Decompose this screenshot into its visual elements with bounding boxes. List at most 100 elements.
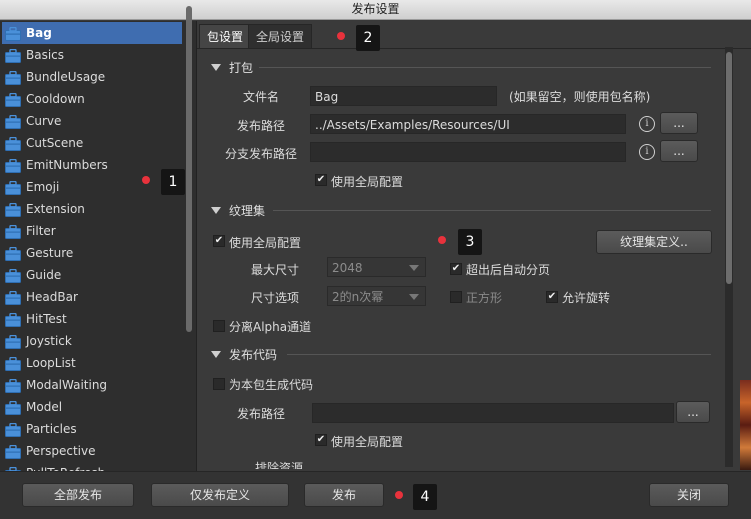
marker-4: 4 bbox=[413, 484, 437, 510]
square-label: 正方形 bbox=[466, 291, 503, 305]
section-package-header[interactable]: 打包 bbox=[211, 59, 253, 76]
code-use-global-label: 使用全局配置 bbox=[331, 435, 404, 449]
package-icon bbox=[5, 356, 21, 371]
auto-split-label: 超出后自动分页 bbox=[466, 263, 551, 277]
section-divider bbox=[287, 354, 711, 355]
file-name-label: 文件名 bbox=[242, 90, 279, 104]
window-title: 发布设置 bbox=[0, 0, 751, 20]
package-icon bbox=[5, 444, 21, 459]
marker-1: 1 bbox=[161, 169, 185, 195]
allow-rotate-label: 允许旋转 bbox=[562, 291, 611, 305]
sidebar-item-curve[interactable]: Curve bbox=[2, 110, 182, 132]
browse-branch-path-button[interactable]: ... bbox=[660, 140, 698, 162]
package-icon bbox=[5, 92, 21, 107]
branch-path-input[interactable] bbox=[310, 142, 626, 162]
sidebar-item-pulltorefresh[interactable]: PullToRefresh bbox=[2, 462, 182, 471]
sidebar-item-headbar[interactable]: HeadBar bbox=[2, 286, 182, 308]
sidebar-item-label: Perspective bbox=[26, 444, 96, 458]
close-button[interactable]: 关闭 bbox=[649, 483, 729, 507]
sidebar-item-label: ModalWaiting bbox=[26, 378, 108, 392]
package-icon bbox=[5, 70, 21, 85]
sidebar-item-particles[interactable]: Particles bbox=[2, 418, 182, 440]
sidebar-item-extension[interactable]: Extension bbox=[2, 198, 182, 220]
sidebar-item-model[interactable]: Model bbox=[2, 396, 182, 418]
package-icon bbox=[5, 158, 21, 173]
sidebar-item-cutscene[interactable]: CutScene bbox=[2, 132, 182, 154]
package-icon bbox=[5, 312, 21, 327]
collapse-triangle-icon bbox=[211, 64, 221, 71]
square-checkbox[interactable] bbox=[450, 291, 462, 303]
info-icon[interactable]: i bbox=[639, 144, 655, 160]
separate-alpha-checkbox[interactable] bbox=[213, 320, 225, 332]
tab-global-settings[interactable]: 全局设置 bbox=[248, 24, 313, 49]
sidebar-item-looplist[interactable]: LoopList bbox=[2, 352, 182, 374]
allow-rotate-checkbox[interactable]: ✔ bbox=[546, 291, 558, 303]
max-size-select[interactable]: 2048 bbox=[327, 257, 426, 277]
collapse-triangle-icon bbox=[211, 351, 221, 358]
code-publish-path-label: 发布路径 bbox=[236, 407, 285, 421]
atlas-use-global-label: 使用全局配置 bbox=[229, 236, 302, 250]
settings-scrollbar-thumb[interactable] bbox=[726, 52, 732, 284]
gen-code-checkbox[interactable] bbox=[213, 378, 225, 390]
package-icon bbox=[5, 290, 21, 305]
sidebar-item-label: Model bbox=[26, 400, 63, 414]
sidebar-item-label: Guide bbox=[26, 268, 62, 282]
branch-path-label: 分支发布路径 bbox=[224, 147, 297, 161]
code-publish-path-input[interactable] bbox=[312, 403, 674, 423]
package-use-global-label: 使用全局配置 bbox=[331, 175, 404, 189]
package-use-global-checkbox[interactable]: ✔ bbox=[315, 174, 327, 186]
sidebar-item-label: BundleUsage bbox=[26, 70, 106, 84]
auto-split-checkbox[interactable]: ✔ bbox=[450, 263, 462, 275]
atlas-define-button[interactable]: 纹理集定义.. bbox=[596, 230, 712, 254]
sidebar-item-cooldown[interactable]: Cooldown bbox=[2, 88, 182, 110]
sidebar-item-label: HeadBar bbox=[26, 290, 78, 304]
sidebar-item-emoji[interactable]: Emoji bbox=[2, 176, 182, 198]
chevron-down-icon bbox=[409, 294, 419, 300]
sidebar-item-label: EmitNumbers bbox=[26, 158, 108, 172]
section-code-header[interactable]: 发布代码 bbox=[211, 346, 277, 363]
marker-dot bbox=[395, 491, 403, 499]
publish-path-input[interactable]: ../Assets/Examples/Resources/UI bbox=[310, 114, 626, 134]
size-option-select[interactable]: 2的n次幂 bbox=[327, 286, 426, 306]
atlas-use-global-checkbox[interactable]: ✔ bbox=[213, 235, 225, 247]
sidebar-item-bundleusage[interactable]: BundleUsage bbox=[2, 66, 182, 88]
package-list-scrollbar[interactable] bbox=[186, 6, 192, 332]
publish-button[interactable]: 发布 bbox=[304, 483, 384, 507]
tab-package-settings[interactable]: 包设置 bbox=[199, 24, 252, 49]
sidebar-item-hittest[interactable]: HitTest bbox=[2, 308, 182, 330]
section-atlas-title: 纹理集 bbox=[229, 204, 266, 218]
sidebar-item-gesture[interactable]: Gesture bbox=[2, 242, 182, 264]
sidebar-item-perspective[interactable]: Perspective bbox=[2, 440, 182, 462]
sidebar-item-joystick[interactable]: Joystick bbox=[2, 330, 182, 352]
marker-2: 2 bbox=[356, 25, 380, 51]
section-atlas-header[interactable]: 纹理集 bbox=[211, 202, 265, 219]
sidebar-item-guide[interactable]: Guide bbox=[2, 264, 182, 286]
package-icon bbox=[5, 422, 21, 437]
sidebar-item-filter[interactable]: Filter bbox=[2, 220, 182, 242]
marker-dot bbox=[142, 176, 150, 184]
sidebar-item-label: LoopList bbox=[26, 356, 76, 370]
package-icon bbox=[5, 400, 21, 415]
sidebar-item-basics[interactable]: Basics bbox=[2, 44, 182, 66]
sidebar-item-bag[interactable]: Bag bbox=[2, 22, 182, 44]
sidebar-item-label: Particles bbox=[26, 422, 77, 436]
browse-code-path-button[interactable]: ... bbox=[676, 401, 710, 423]
package-icon bbox=[5, 114, 21, 129]
collapse-triangle-icon bbox=[211, 207, 221, 214]
code-use-global-checkbox[interactable]: ✔ bbox=[315, 434, 327, 446]
file-name-input[interactable]: Bag bbox=[310, 86, 497, 106]
package-icon bbox=[5, 26, 21, 41]
sidebar-item-emitnumbers[interactable]: EmitNumbers bbox=[2, 154, 182, 176]
sidebar-item-modalwaiting[interactable]: ModalWaiting bbox=[2, 374, 182, 396]
sidebar-item-label: PullToRefresh bbox=[26, 462, 105, 471]
sidebar-item-label: Cooldown bbox=[26, 92, 85, 106]
section-divider bbox=[259, 67, 711, 68]
sidebar-item-label: Joystick bbox=[26, 334, 72, 348]
size-option-label: 尺寸选项 bbox=[250, 291, 299, 305]
size-option-value: 2的n次幂 bbox=[332, 290, 384, 304]
browse-publish-path-button[interactable]: ... bbox=[660, 112, 698, 134]
info-icon[interactable]: i bbox=[639, 116, 655, 132]
publish-definition-only-button[interactable]: 仅发布定义 bbox=[151, 483, 289, 507]
publish-all-button[interactable]: 全部发布 bbox=[22, 483, 134, 507]
package-icon bbox=[5, 202, 21, 217]
